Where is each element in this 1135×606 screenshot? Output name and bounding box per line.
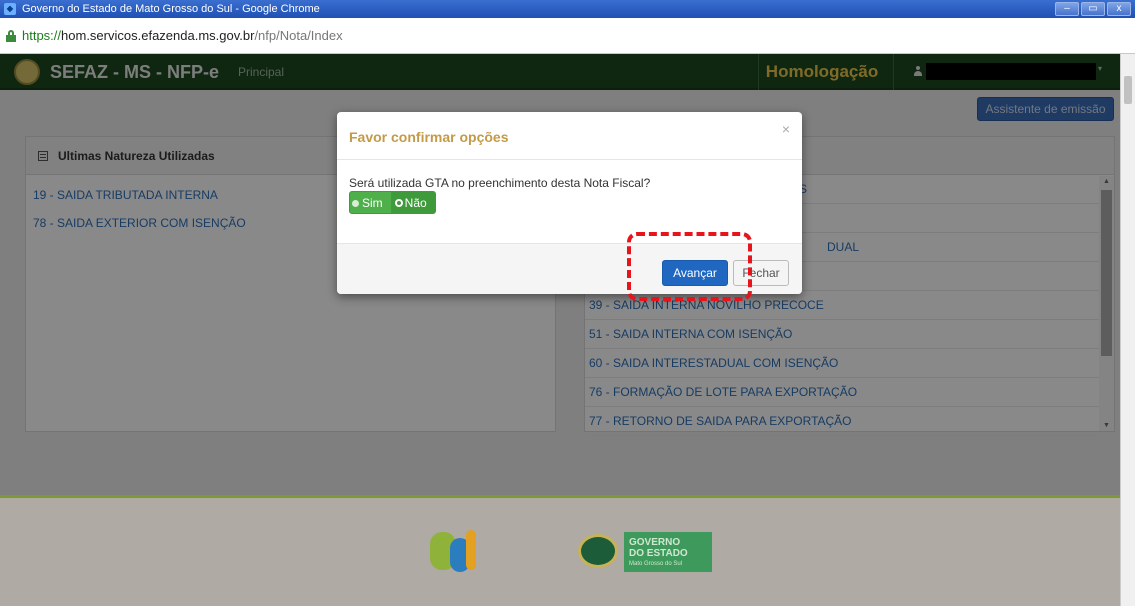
maximize-button[interactable]: ▭ — [1081, 2, 1105, 16]
window-title-bar: ◆ Governo do Estado de Mato Grosso do Su… — [0, 0, 1135, 18]
gta-question: Será utilizada GTA no preenchimento dest… — [349, 176, 651, 190]
address-bar[interactable]: https://hom.servicos.efazenda.ms.gov.br/… — [0, 18, 1135, 54]
option-sim-label: Sim — [362, 196, 383, 210]
gta-toggle-group: Sim Não — [349, 191, 436, 214]
page-footer: GOVERNO DO ESTADO Mato Grosso do Sul — [0, 495, 1120, 606]
radio-unselected-icon — [352, 200, 359, 207]
page-scrollbar[interactable] — [1120, 54, 1135, 606]
close-window-button[interactable]: x — [1107, 2, 1131, 16]
gov-logo-line3: Mato Grosso do Sul — [629, 561, 683, 567]
url-scheme: https:// — [22, 28, 62, 43]
sgi-logo — [430, 530, 530, 574]
state-seal-icon — [578, 534, 618, 568]
dialog-title: Favor confirmar opções — [349, 129, 509, 145]
chrome-app-icon: ◆ — [4, 3, 16, 15]
window-title: Governo do Estado de Mato Grosso do Sul … — [22, 3, 320, 15]
window-controls: – ▭ x — [1055, 2, 1131, 16]
option-nao-button[interactable]: Não — [391, 191, 436, 214]
minimize-button[interactable]: – — [1055, 2, 1079, 16]
close-icon[interactable]: × — [782, 121, 790, 137]
highlight-annotation — [627, 232, 752, 301]
radio-selected-icon — [394, 199, 403, 207]
option-nao-label: Não — [404, 196, 427, 210]
lock-icon — [6, 30, 16, 42]
governo-ms-logo: GOVERNO DO ESTADO Mato Grosso do Sul — [578, 532, 712, 572]
dialog-body: Será utilizada GTA no preenchimento dest… — [337, 160, 802, 243]
gov-logo-line2: DO ESTADO — [629, 548, 688, 559]
url-path: /nfp/Nota/Index — [254, 28, 343, 43]
gov-logo-line1: GOVERNO — [629, 537, 681, 548]
option-sim-button[interactable]: Sim — [349, 191, 392, 214]
url-host: hom.servicos.efazenda.ms.gov.br — [61, 28, 255, 43]
dialog-header: Favor confirmar opções × — [337, 112, 802, 160]
page-scrollbar-thumb[interactable] — [1124, 76, 1132, 104]
